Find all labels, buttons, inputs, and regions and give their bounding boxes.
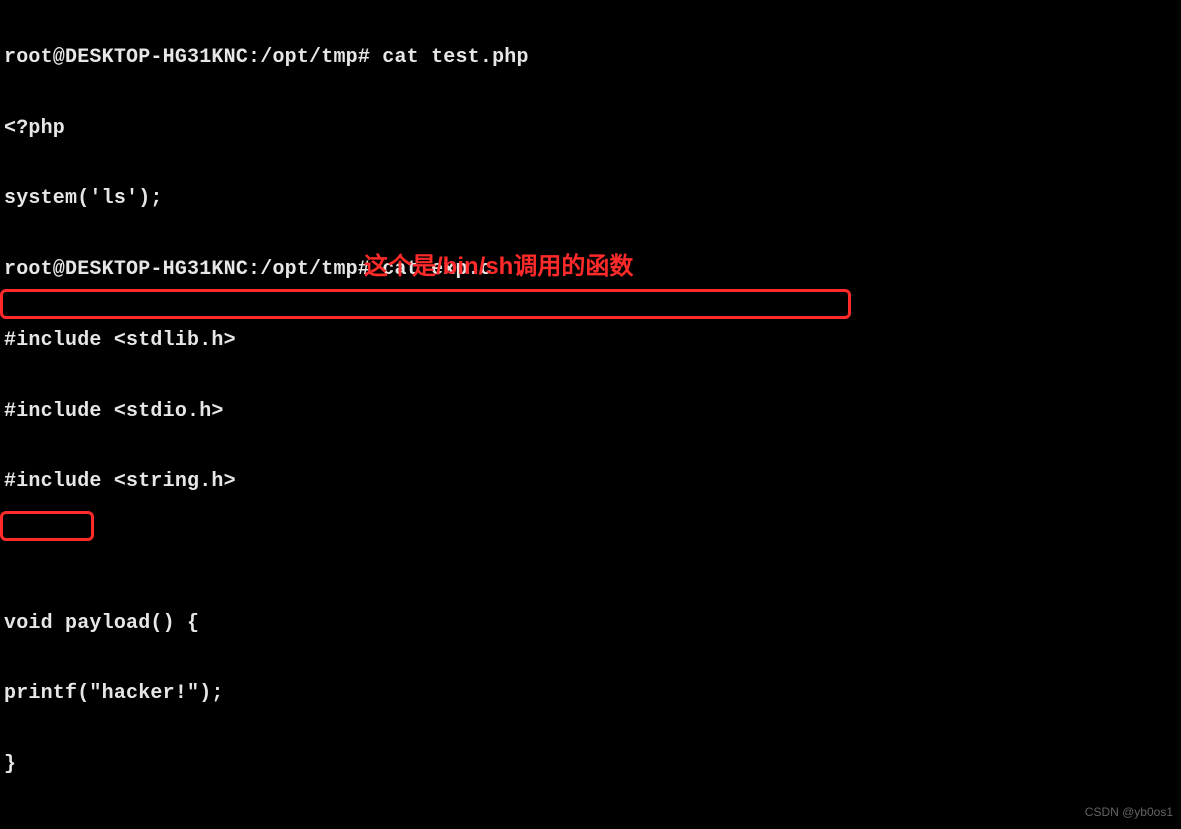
terminal-window[interactable]: root@DESKTOP-HG31KNC:/opt/tmp# cat test.…: [0, 0, 1181, 829]
annotation-label: 这个是/bin/sh调用的函数: [364, 246, 633, 281]
terminal-line: <?php: [4, 117, 1177, 142]
terminal-line: }: [4, 753, 1177, 778]
terminal-line: void payload() {: [4, 612, 1177, 637]
terminal-line: [4, 824, 1177, 829]
terminal-line: #include <stdio.h>: [4, 400, 1177, 425]
terminal-line: root@DESKTOP-HG31KNC:/opt/tmp# cat test.…: [4, 46, 1177, 71]
watermark-text: CSDN @yb0os1: [1085, 805, 1173, 819]
highlight-box-strcpy: [0, 289, 851, 319]
terminal-line: [4, 541, 1177, 566]
highlight-box-hacker: [0, 511, 94, 541]
terminal-line: system('ls');: [4, 187, 1177, 212]
terminal-line: #include <stdlib.h>: [4, 329, 1177, 354]
terminal-line: printf("hacker!");: [4, 682, 1177, 707]
terminal-line: #include <string.h>: [4, 470, 1177, 495]
